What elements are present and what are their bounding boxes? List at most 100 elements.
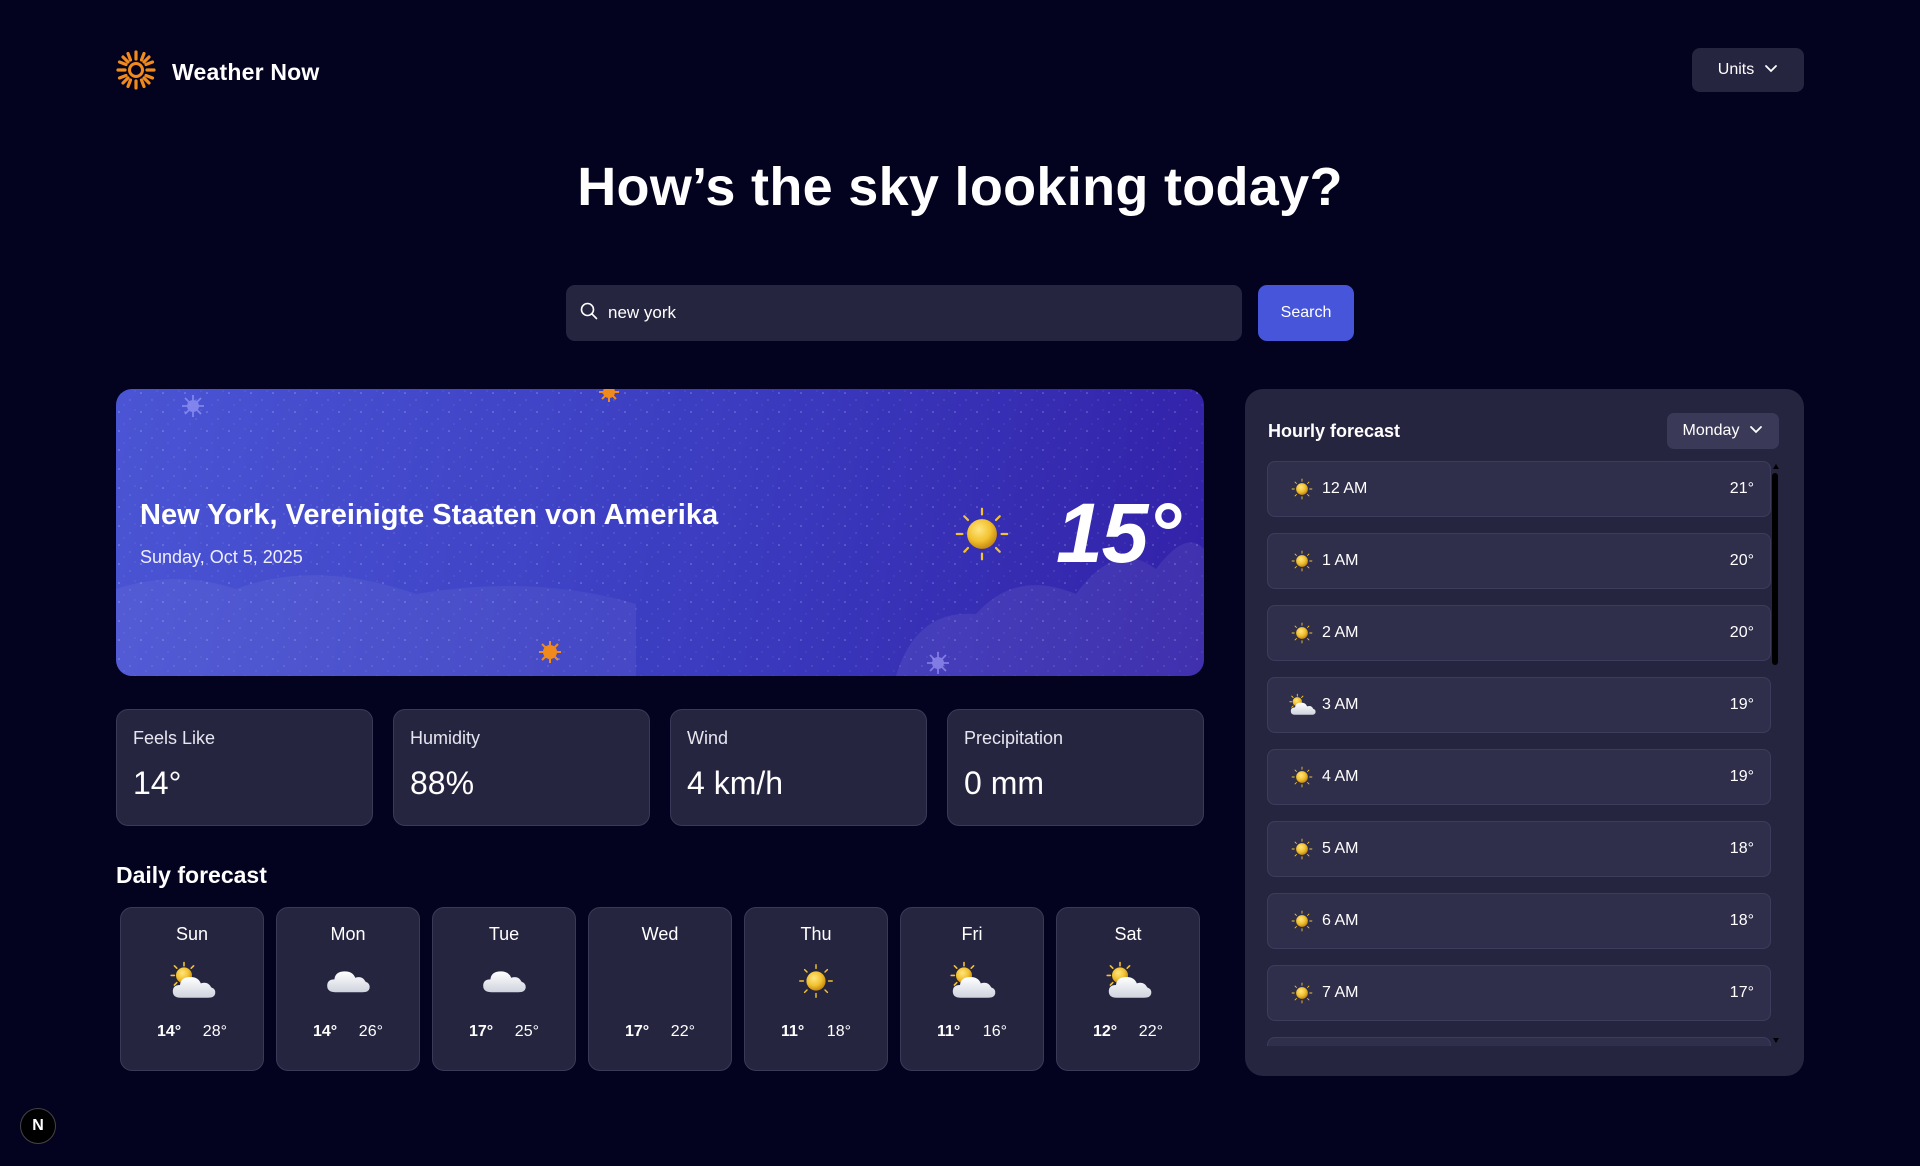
hour-temp: 19° [1729, 768, 1754, 785]
chevron-down-icon [1754, 61, 1778, 80]
current-weather-card: New York, Vereinigte Staaten von Amerika… [116, 389, 1204, 676]
stat-precipitation: Precipitation 0 mm [947, 709, 1204, 826]
dev-badge[interactable]: N [20, 1108, 56, 1144]
daily-card-sat: Sat 12° 22° [1056, 907, 1200, 1071]
hour-temp: 18° [1729, 912, 1754, 929]
search-field[interactable] [566, 285, 1242, 341]
sun-icon [1288, 550, 1316, 572]
scrollbar-thumb[interactable] [1772, 473, 1778, 665]
search-icon [580, 302, 598, 325]
day-high: 12° [1093, 1023, 1118, 1040]
hourly-forecast-panel: Hourly forecast Monday 12 AM 21° 1 AM 20… [1245, 389, 1804, 1076]
daily-card-mon: Mon 14° 26° [276, 907, 420, 1071]
search-button[interactable]: Search [1258, 285, 1354, 341]
stat-label: Precipitation [964, 728, 1064, 748]
units-label: Units [1717, 61, 1755, 78]
day-low: 16° [982, 1023, 1007, 1040]
stat-label: Wind [687, 728, 729, 748]
sun-icon [1288, 622, 1316, 644]
hour-row: 12 AM 21° [1267, 461, 1771, 517]
stat-label: Humidity [410, 728, 481, 748]
cloud-icon [324, 965, 372, 1002]
daily-card-sun: Sun 14° 28° [120, 907, 264, 1071]
daily-card-thu: Thu 11° 18° [744, 907, 888, 1071]
day-name: Sat [1114, 924, 1142, 944]
day-high: 17° [625, 1023, 650, 1040]
hour-time: 4 AM [1322, 768, 1359, 785]
hour-time: 12 AM [1322, 480, 1368, 497]
daily-card-fri: Fri 11° 16° [900, 907, 1044, 1071]
hour-temp: 20° [1729, 624, 1754, 641]
chevron-down-icon [1739, 422, 1763, 441]
sun-icon [1288, 910, 1316, 932]
partly-cloudy-icon [948, 961, 996, 1006]
sun-icon [798, 963, 834, 1004]
sun-logo-icon [116, 50, 156, 95]
hourly-list[interactable]: 12 AM 21° 1 AM 20° 2 AM 20° 3 AM 19° 4 A… [1267, 461, 1771, 1046]
search-input[interactable] [608, 303, 1208, 323]
daily-forecast-title: Daily forecast [116, 862, 267, 888]
stat-value: 0 mm [964, 765, 1044, 801]
sun-icon [1288, 766, 1316, 788]
hour-temp: 21° [1729, 480, 1754, 497]
hour-temp: 20° [1729, 552, 1754, 569]
units-dropdown-button[interactable]: Units [1692, 48, 1804, 92]
stat-value: 14° [133, 765, 182, 801]
day-high: 17° [469, 1023, 494, 1040]
sun-icon [1288, 838, 1316, 860]
day-high: 11° [781, 1023, 805, 1040]
violet-star-icon [927, 652, 949, 674]
hour-row: 7 AM 17° [1267, 965, 1771, 1021]
hour-time: 1 AM [1322, 552, 1359, 569]
day-low: 22° [1138, 1023, 1163, 1040]
hour-temp: 17° [1729, 984, 1754, 1001]
day-high: 11° [937, 1023, 961, 1040]
stat-value: 4 km/h [687, 765, 784, 801]
violet-star-icon [182, 395, 204, 417]
cloud-icon [480, 965, 528, 1002]
day-high: 14° [157, 1023, 182, 1040]
stat-wind: Wind 4 km/h [670, 709, 927, 826]
page-headline: How’s the sky looking today? [577, 157, 1343, 217]
stat-value: 88% [410, 765, 475, 801]
day-low: 26° [358, 1023, 383, 1040]
hour-row: 1 AM 20° [1267, 533, 1771, 589]
day-name: Mon [330, 924, 366, 944]
partly-cloudy-icon [1288, 693, 1316, 717]
day-name: Fri [961, 924, 983, 944]
orange-star-icon [539, 641, 561, 663]
current-date: Sunday, Oct 5, 2025 [140, 547, 303, 567]
hour-row: 6 AM 18° [1267, 893, 1771, 949]
location-name: New York, Vereinigte Staaten von Amerika [140, 499, 719, 531]
stat-label: Feels Like [133, 728, 216, 748]
hour-time: 2 AM [1322, 624, 1359, 641]
day-select-dropdown[interactable]: Monday [1667, 413, 1779, 449]
hour-time: 3 AM [1322, 696, 1359, 713]
app-name: Weather Now [172, 59, 320, 85]
stat-feels-like: Feels Like 14° [116, 709, 373, 826]
daily-card-tue: Tue 17° 25° [432, 907, 576, 1071]
partly-cloudy-icon [1104, 961, 1152, 1006]
day-name: Thu [800, 924, 832, 944]
hero-background [116, 389, 1204, 676]
logo[interactable]: Weather Now [116, 50, 319, 95]
day-high: 14° [313, 1023, 338, 1040]
daily-card-wed: Wed 17° 22° [588, 907, 732, 1071]
hour-row: 4 AM 19° [1267, 749, 1771, 805]
sun-icon [1288, 982, 1316, 1004]
day-name: Tue [488, 924, 520, 944]
day-low: 28° [202, 1023, 227, 1040]
day-low: 18° [826, 1023, 851, 1040]
current-temperature: 15° [1055, 486, 1181, 580]
hour-time: 5 AM [1322, 840, 1359, 857]
partly-cloudy-icon [168, 961, 216, 1006]
sun-icon [1288, 478, 1316, 500]
hour-temp: 19° [1729, 696, 1754, 713]
hour-time: 6 AM [1322, 912, 1359, 929]
hour-row: 2 AM 20° [1267, 605, 1771, 661]
day-low: 25° [514, 1023, 539, 1040]
hourly-forecast-title: Hourly forecast [1268, 421, 1401, 441]
day-name: Wed [641, 924, 679, 944]
hour-row: 3 AM 19° [1267, 677, 1771, 733]
hour-row: 5 AM 18° [1267, 821, 1771, 877]
